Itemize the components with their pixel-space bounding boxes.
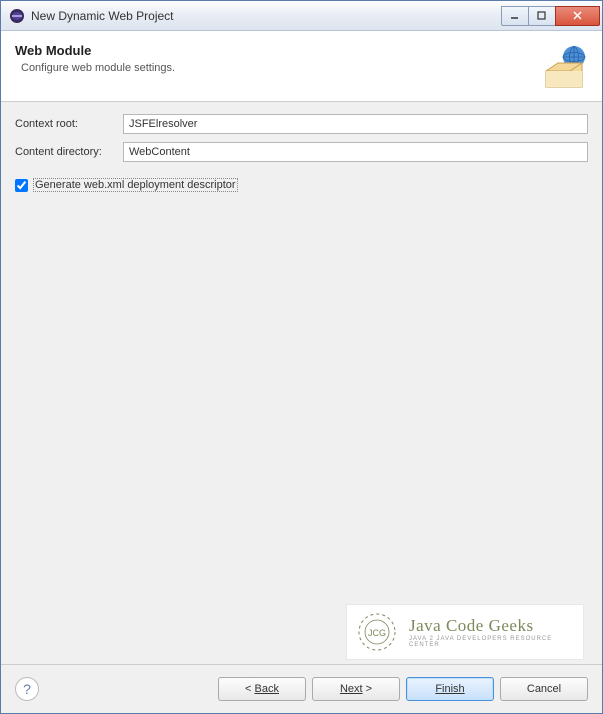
context-root-input[interactable] xyxy=(123,114,588,134)
wizard-content: Context root: Content directory: Generat… xyxy=(1,102,602,664)
minimize-button[interactable] xyxy=(501,6,529,26)
generate-webxml-label: Generate web.xml deployment descriptor xyxy=(33,178,238,192)
cancel-button[interactable]: Cancel xyxy=(500,677,588,701)
page-subtitle: Configure web module settings. xyxy=(15,62,540,74)
web-module-icon xyxy=(540,43,588,91)
content-directory-input[interactable] xyxy=(123,142,588,162)
maximize-button[interactable] xyxy=(528,6,556,26)
wizard-header: Web Module Configure web module settings… xyxy=(1,31,602,102)
dialog-window: New Dynamic Web Project Web Module Confi… xyxy=(0,0,603,714)
watermark-subtitle: Java 2 Java Developers Resource Center xyxy=(409,636,575,648)
page-title: Web Module xyxy=(15,43,540,58)
generate-webxml-row: Generate web.xml deployment descriptor xyxy=(15,178,588,192)
context-root-row: Context root: xyxy=(15,114,588,134)
help-button[interactable]: ? xyxy=(15,677,39,701)
wizard-footer: ? < Back Next > Finish Cancel xyxy=(1,664,602,713)
content-directory-row: Content directory: xyxy=(15,142,588,162)
generate-webxml-checkbox[interactable] xyxy=(15,179,28,192)
finish-button[interactable]: Finish xyxy=(406,677,494,701)
titlebar[interactable]: New Dynamic Web Project xyxy=(1,1,602,31)
watermark: JCG Java Code Geeks Java 2 Java Develope… xyxy=(346,604,584,660)
back-button[interactable]: < Back xyxy=(218,677,306,701)
content-directory-label: Content directory: xyxy=(15,146,123,158)
jcg-logo-icon: JCG xyxy=(355,610,399,654)
titlebar-title: New Dynamic Web Project xyxy=(31,9,502,23)
eclipse-icon xyxy=(9,8,25,24)
svg-text:JCG: JCG xyxy=(368,628,386,638)
window-controls xyxy=(502,6,600,26)
context-root-label: Context root: xyxy=(15,118,123,130)
next-button[interactable]: Next > xyxy=(312,677,400,701)
help-icon: ? xyxy=(23,681,31,697)
watermark-title: Java Code Geeks xyxy=(409,616,575,636)
close-button[interactable] xyxy=(555,6,600,26)
